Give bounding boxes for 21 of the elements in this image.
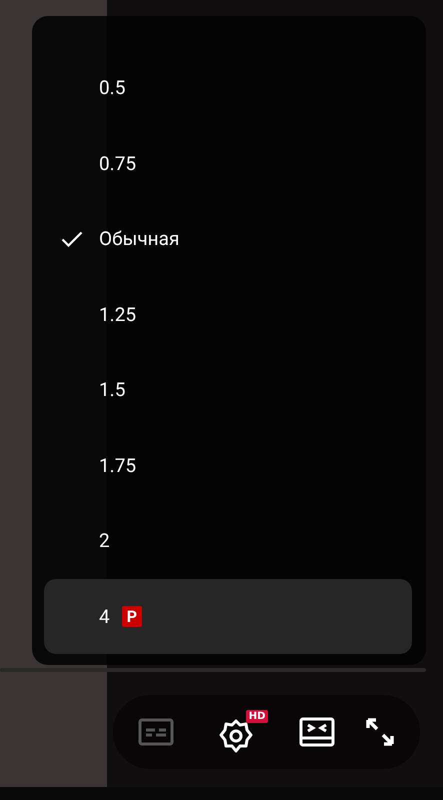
hd-badge: HD [246, 710, 268, 723]
speed-option[interactable]: 4 P [44, 578, 412, 654]
speed-label: 0.75 [99, 152, 136, 175]
speed-option[interactable]: 1.5 [44, 352, 412, 428]
speed-option[interactable]: 1.25 [44, 276, 412, 352]
speed-option[interactable]: 0.5 [44, 50, 412, 126]
speed-label: 1.5 [99, 378, 126, 402]
speed-option[interactable]: 2 [44, 503, 412, 578]
settings-button[interactable]: HD [204, 710, 268, 754]
speed-label: 1.75 [99, 454, 136, 477]
speed-label: 1.25 [99, 302, 136, 326]
speed-option[interactable]: Обычная [44, 201, 412, 276]
speed-label: 0.5 [99, 76, 126, 100]
speed-option[interactable]: 1.75 [44, 428, 412, 503]
speed-label: 4 [99, 604, 110, 628]
fullscreen-button[interactable] [364, 717, 395, 747]
speed-option[interactable]: 0.75 [44, 126, 412, 201]
speed-label: 2 [99, 529, 110, 552]
theater-mode-button[interactable] [298, 717, 335, 747]
premium-badge: P [122, 606, 142, 627]
speed-label: Обычная [99, 227, 180, 250]
